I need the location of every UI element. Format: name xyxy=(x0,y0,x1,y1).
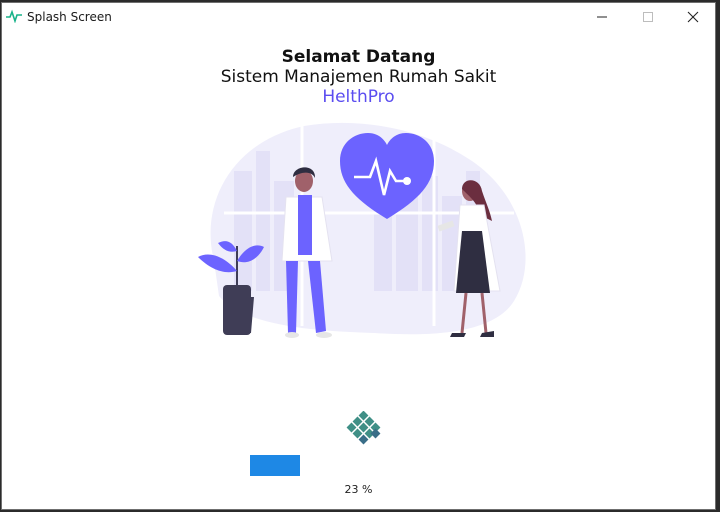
system-name: Sistem Manajemen Rumah Sakit xyxy=(220,67,497,87)
maximize-icon xyxy=(643,12,653,22)
window-title: Splash Screen xyxy=(27,10,112,24)
progress-percentage: 23 % xyxy=(344,483,373,496)
minimize-icon xyxy=(597,16,607,18)
maximize-button[interactable] xyxy=(625,3,671,31)
heartbeat-icon xyxy=(6,9,22,23)
title-bar[interactable]: Splash Screen xyxy=(2,3,715,31)
brand-name: HelthPro xyxy=(322,87,395,107)
close-button[interactable] xyxy=(670,3,715,31)
close-icon xyxy=(687,11,699,23)
diamond-grid-spinner-icon xyxy=(346,411,381,445)
doctors-illustration xyxy=(198,121,526,338)
splash-window: Splash Screen Selamat Datang Sistem Mana… xyxy=(1,2,716,510)
progress-bar xyxy=(250,455,300,476)
welcome-heading: Selamat Datang xyxy=(281,47,436,67)
minimize-button[interactable] xyxy=(579,3,625,31)
